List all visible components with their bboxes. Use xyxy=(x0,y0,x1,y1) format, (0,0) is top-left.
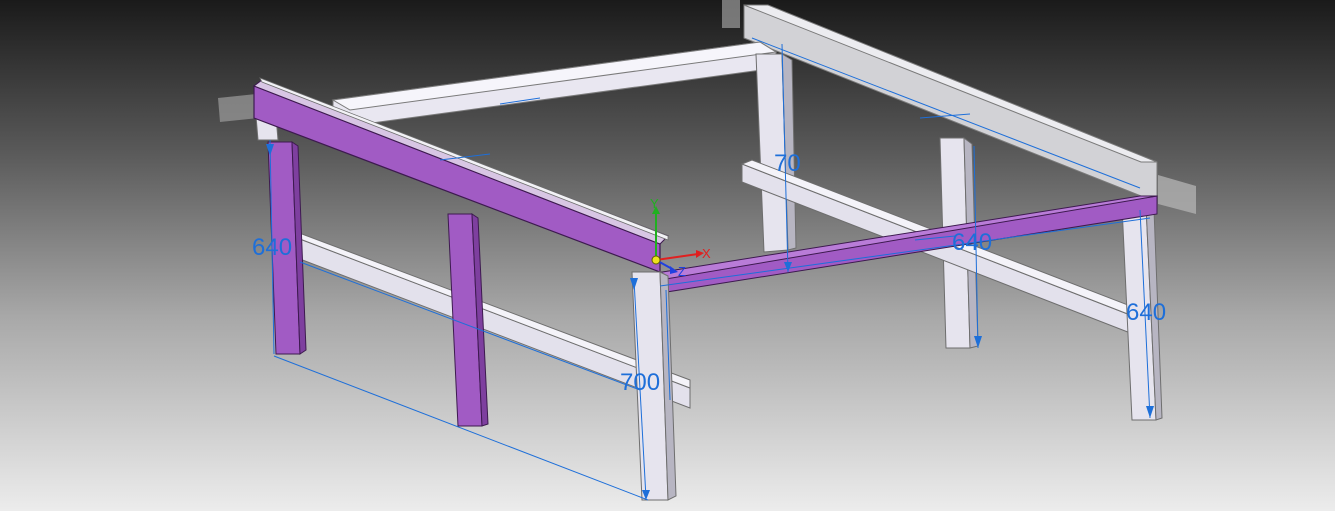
right-top-rail-selected[interactable] xyxy=(648,195,1158,295)
dimension-front-right-rail[interactable]: 640 xyxy=(952,229,992,256)
triad-z-label: Z xyxy=(678,264,686,279)
triad-x-label: X xyxy=(702,246,711,261)
dimension-right-post-height[interactable]: 640 xyxy=(1126,299,1166,326)
dimension-rear-top-height[interactable]: 70 xyxy=(774,150,801,177)
cad-3d-viewport[interactable]: 640 700 70 640 640 Y X Z xyxy=(0,0,1335,511)
dimension-arrows xyxy=(266,144,1154,500)
dimension-left-post-height[interactable]: 640 xyxy=(252,234,292,261)
triad-y-label: Y xyxy=(650,196,659,211)
dimension-front-post-height[interactable]: 700 xyxy=(620,369,660,396)
model-scene[interactable]: 640 700 70 640 640 Y X Z xyxy=(0,0,1335,511)
reference-plane-left[interactable] xyxy=(218,94,258,122)
back-rail[interactable] xyxy=(331,41,778,127)
